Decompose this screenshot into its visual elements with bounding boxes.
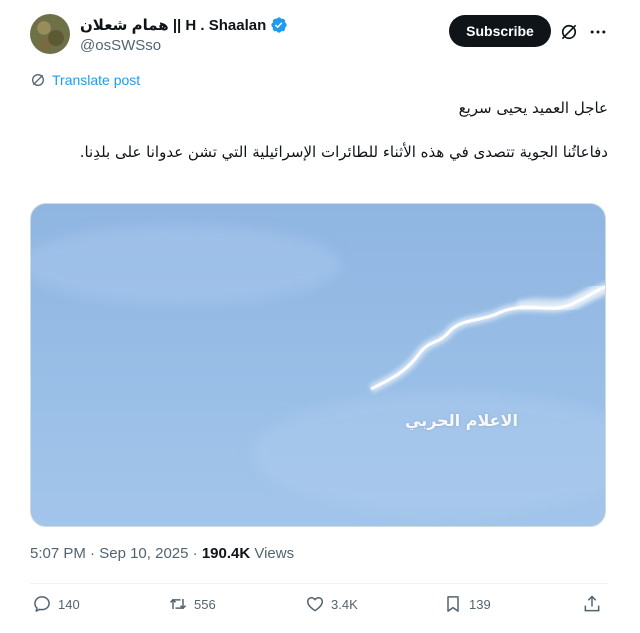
- meta-separator: ·: [192, 545, 202, 562]
- heart-icon: [306, 597, 324, 612]
- subscribe-button[interactable]: Subscribe: [449, 15, 551, 47]
- translate-icon: [32, 74, 44, 86]
- post: همام شعلان || H . Shaalan @osSWSso Subsc…: [0, 0, 640, 633]
- post-text-line-2: دفاعاتُنا الجوية تتصدى في هذه الأثناء لل…: [79, 143, 608, 161]
- views-label: Views: [254, 545, 295, 562]
- repost-count: 556: [194, 596, 216, 612]
- bookmark-button[interactable]: 139: [443, 594, 491, 614]
- verified-badge-icon: [271, 17, 287, 33]
- post-meta: 5:07 PM · Sep 10, 2025 · 190.4K Views: [30, 545, 294, 562]
- share-icon: [584, 595, 600, 612]
- share-button[interactable]: [582, 594, 602, 614]
- post-text-line-1: عاجل العميد يحيى سريع: [458, 99, 608, 117]
- more-icon[interactable]: [588, 22, 608, 42]
- like-count: 3.4K: [331, 596, 358, 612]
- author-handle[interactable]: @osSWSso: [80, 37, 161, 54]
- reply-count: 140: [58, 596, 80, 612]
- post-text: عاجل العميد يحيى سريع دفاعاتُنا الجوية ت…: [30, 92, 608, 164]
- post-time[interactable]: 5:07 PM: [30, 545, 86, 562]
- media-watermark: الاعلام الحربي: [405, 411, 518, 430]
- repost-icon: [169, 598, 187, 610]
- post-date[interactable]: Sep 10, 2025: [99, 545, 188, 562]
- post-header: همام شعلان || H . Shaalan @osSWSso Subsc…: [30, 10, 620, 58]
- bookmark-count: 139: [469, 596, 491, 612]
- author-name-row[interactable]: همام شعلان || H . Shaalan: [80, 16, 288, 34]
- reply-icon: [34, 596, 50, 612]
- engagement-bar: 140 556 3.4K 139: [30, 594, 608, 624]
- missile-trail-graphic: [31, 224, 605, 514]
- reply-button[interactable]: 140: [32, 594, 80, 614]
- author-display-name[interactable]: همام شعلان || H . Shaalan: [80, 16, 266, 34]
- like-button[interactable]: 3.4K: [305, 594, 358, 614]
- divider: [30, 583, 608, 584]
- repost-button[interactable]: 556: [168, 594, 216, 614]
- bookmark-icon: [447, 596, 459, 612]
- translate-post-label[interactable]: Translate post: [52, 72, 140, 88]
- meta-separator: ·: [90, 545, 100, 562]
- views-count: 190.4K: [201, 545, 251, 562]
- grok-icon[interactable]: [559, 22, 579, 42]
- translate-post-link[interactable]: Translate post: [30, 72, 140, 88]
- avatar[interactable]: [30, 14, 70, 54]
- post-media-video[interactable]: [30, 203, 606, 527]
